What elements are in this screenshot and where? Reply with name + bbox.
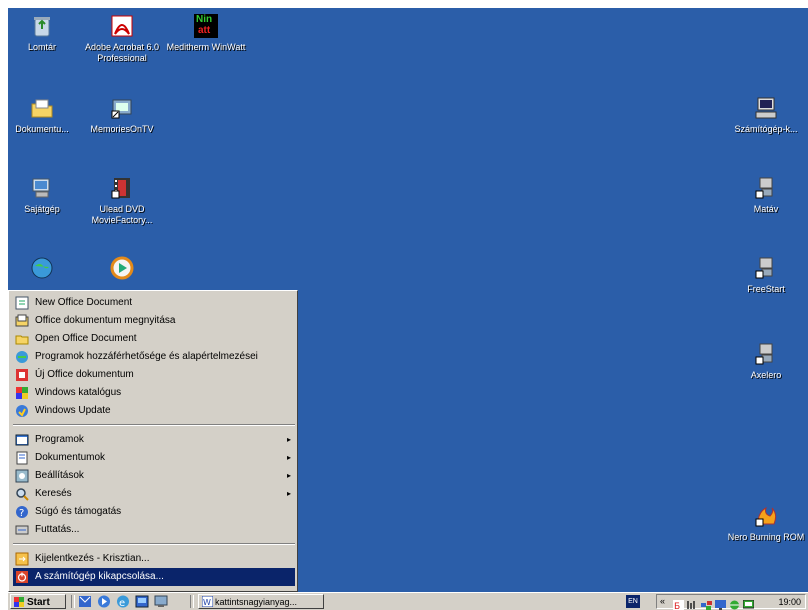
computer-icon (30, 176, 54, 200)
memoriesontv-quicklaunch-icon[interactable] (154, 595, 168, 608)
quicklaunch-divider (71, 595, 75, 608)
program-defaults-icon (15, 350, 29, 364)
open-office-icon (15, 314, 29, 328)
desktop-icon-freestart[interactable]: FreeStart (724, 256, 808, 295)
desktop-icon-adobe-acrobat[interactable]: Adobe Acrobat 6.0 Professional (80, 14, 164, 64)
submenu-arrow-icon: ▸ (286, 471, 291, 480)
menu-item-new-office[interactable]: Új Office dokumentum (13, 366, 295, 384)
desktop-icon-globe[interactable] (8, 256, 84, 284)
media-player-icon (110, 256, 134, 280)
dialup-icon (754, 342, 778, 366)
menu-item-logoff[interactable]: Kijelentkezés - Krisztian... (13, 550, 295, 568)
submenu-arrow-icon: ▸ (286, 435, 291, 444)
desktop-icon-axelero[interactable]: Axelero (724, 342, 808, 381)
winwatt-icon: Nin att (194, 14, 218, 38)
submenu-arrow-icon: ▸ (286, 453, 291, 462)
desktop-icon-memoriesontv[interactable]: MemoriesOnTV (80, 96, 164, 135)
documents-icon (15, 451, 29, 465)
menu-item-office-open[interactable]: Office dokumentum megnyitása (13, 312, 295, 330)
menu-item-open-office-document[interactable]: Open Office Document (13, 330, 295, 348)
monitor-tray-icon[interactable] (715, 597, 726, 610)
language-indicator[interactable]: EN (626, 595, 640, 608)
desktop-icon-media[interactable] (80, 256, 164, 284)
nero-flame-icon (754, 504, 778, 528)
office-icon (15, 368, 29, 382)
help-icon: ? (15, 505, 29, 519)
desktop-icon-meditherm-winwatt[interactable]: Nin att Meditherm WinWatt (164, 14, 248, 53)
outlook-icon[interactable] (78, 595, 92, 608)
svg-text:?: ? (19, 508, 24, 519)
menu-item-windows-update[interactable]: Windows Update (13, 402, 295, 420)
start-button[interactable]: Start (10, 594, 66, 609)
desktop-icon-ulead-dvd[interactable]: Ulead DVD MovieFactory... (80, 176, 164, 226)
desktop: Lomtár Adobe Acrobat 6.0 Professional Ni… (8, 8, 808, 610)
globe-icon (30, 256, 54, 280)
dialup-icon (754, 256, 778, 280)
programs-icon (15, 433, 29, 447)
system-tray: « Б 19:00 (656, 594, 806, 610)
dialup-icon (754, 176, 778, 200)
taskbar-button-word-document[interactable]: W kattintsnagyianyag... (198, 594, 324, 609)
menu-item-documents[interactable]: Dokumentumok ▸ (13, 449, 295, 467)
network-tray-icon[interactable] (701, 597, 712, 610)
search-icon (15, 487, 29, 501)
desktop-icon-matav[interactable]: Matáv (724, 176, 808, 215)
svg-text:Б: Б (674, 602, 680, 610)
recycle-bin-icon (30, 14, 54, 38)
svg-text:W: W (203, 598, 211, 607)
folder-icon (30, 96, 54, 120)
desktop-icon-my-computer[interactable]: Sajátgép (8, 176, 84, 215)
windows-logo-icon (14, 597, 24, 607)
display-tray-icon[interactable] (742, 597, 755, 609)
word-document-icon: W (201, 595, 214, 608)
start-menu: New Office Document Office dokumentum me… (8, 290, 298, 592)
svg-text:e: e (119, 598, 125, 608)
globe-tray-icon[interactable] (729, 597, 740, 610)
taskbar: Start e W kattintsnagyianyag... EN « Б 1… (8, 592, 808, 610)
new-office-icon (15, 296, 29, 310)
menu-item-windows-catalog[interactable]: Windows katalógus (13, 384, 295, 402)
clock[interactable]: 19:00 (778, 595, 801, 609)
menu-item-help[interactable]: ? Súgó és támogatás (13, 503, 295, 521)
menu-item-search[interactable]: Keresés ▸ (13, 485, 295, 503)
show-desktop-icon[interactable] (135, 595, 149, 608)
acrobat-icon (110, 14, 134, 38)
desktop-icon-nero[interactable]: Nero Burning ROM (724, 504, 808, 543)
run-icon (15, 523, 29, 537)
menu-item-shutdown[interactable]: A számítógép kikapcsolása... (13, 568, 295, 586)
windows-catalog-icon (15, 386, 29, 400)
desktop-icon-recycle-bin[interactable]: Lomtár (8, 14, 84, 53)
settings-icon (15, 469, 29, 483)
taskbar-divider (190, 595, 194, 608)
menu-item-program-defaults[interactable]: Programok hozzáférhetősége és alapértelm… (13, 348, 295, 366)
power-icon (15, 570, 29, 584)
antivirus-tray-icon[interactable]: Б (673, 597, 684, 610)
menu-item-new-office-document[interactable]: New Office Document (13, 294, 295, 312)
windows-update-icon (15, 404, 29, 418)
submenu-arrow-icon: ▸ (286, 489, 291, 498)
menu-separator (13, 543, 295, 545)
audio-tray-icon[interactable] (687, 597, 698, 609)
desktop-icon-documents[interactable]: Dokumentu... (8, 96, 84, 135)
tray-chevron-icon[interactable]: « (660, 595, 665, 608)
menu-item-run[interactable]: Futtatás... (13, 521, 295, 539)
folder-open-icon (15, 332, 29, 346)
menu-item-settings[interactable]: Beállítások ▸ (13, 467, 295, 485)
desktop-icon-computer-k[interactable]: Számítógép-k... (724, 96, 808, 135)
logoff-icon (15, 552, 29, 566)
network-computer-icon (754, 96, 778, 120)
film-icon (110, 176, 134, 200)
memoriesontv-icon (110, 96, 134, 120)
menu-separator (13, 424, 295, 426)
internet-explorer-icon[interactable]: e (116, 595, 130, 609)
media-player-icon[interactable] (97, 595, 111, 608)
menu-item-programs[interactable]: Programok ▸ (13, 431, 295, 449)
